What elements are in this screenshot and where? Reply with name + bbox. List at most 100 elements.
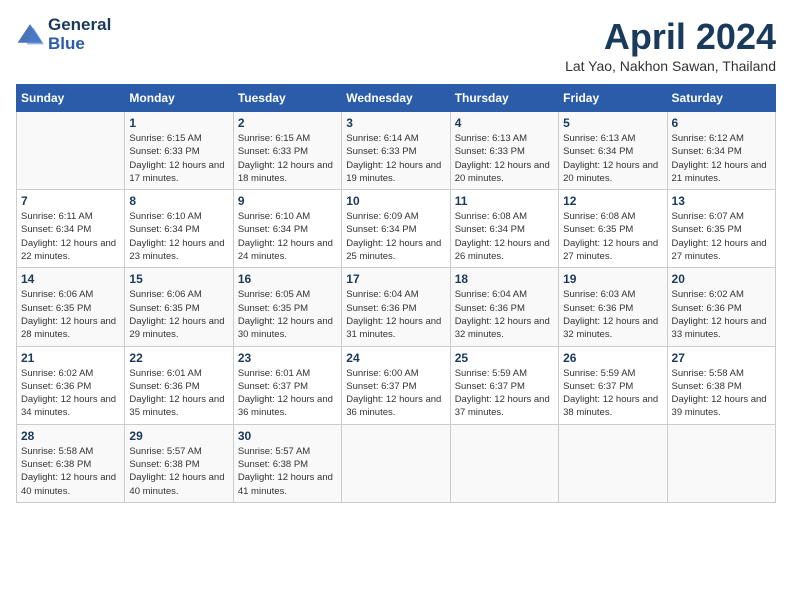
day-info: Sunrise: 6:00 AMSunset: 6:37 PMDaylight:… xyxy=(346,367,445,420)
day-info: Sunrise: 6:09 AMSunset: 6:34 PMDaylight:… xyxy=(346,210,445,263)
day-info: Sunrise: 6:06 AMSunset: 6:35 PMDaylight:… xyxy=(129,288,228,341)
week-row-2: 7 Sunrise: 6:11 AMSunset: 6:34 PMDaylight… xyxy=(17,190,776,268)
day-number: 9 xyxy=(238,194,337,208)
day-number: 16 xyxy=(238,272,337,286)
day-number: 15 xyxy=(129,272,228,286)
day-info: Sunrise: 6:08 AMSunset: 6:34 PMDaylight:… xyxy=(455,210,554,263)
logo-line2: Blue xyxy=(48,35,111,54)
day-number: 24 xyxy=(346,351,445,365)
day-number: 11 xyxy=(455,194,554,208)
day-info: Sunrise: 6:11 AMSunset: 6:34 PMDaylight:… xyxy=(21,210,120,263)
calendar-cell: 14 Sunrise: 6:06 AMSunset: 6:35 PMDayligh… xyxy=(17,268,125,346)
week-row-3: 14 Sunrise: 6:06 AMSunset: 6:35 PMDayligh… xyxy=(17,268,776,346)
calendar-cell: 23 Sunrise: 6:01 AMSunset: 6:37 PMDayligh… xyxy=(233,346,341,424)
calendar-cell: 19 Sunrise: 6:03 AMSunset: 6:36 PMDayligh… xyxy=(559,268,667,346)
location: Lat Yao, Nakhon Sawan, Thailand xyxy=(565,58,776,74)
day-info: Sunrise: 6:13 AMSunset: 6:34 PMDaylight:… xyxy=(563,132,662,185)
day-info: Sunrise: 5:58 AMSunset: 6:38 PMDaylight:… xyxy=(21,445,120,498)
calendar-cell: 4 Sunrise: 6:13 AMSunset: 6:33 PMDaylight… xyxy=(450,112,558,190)
calendar-cell: 11 Sunrise: 6:08 AMSunset: 6:34 PMDayligh… xyxy=(450,190,558,268)
calendar-cell xyxy=(450,424,558,502)
week-row-5: 28 Sunrise: 5:58 AMSunset: 6:38 PMDayligh… xyxy=(17,424,776,502)
day-number: 17 xyxy=(346,272,445,286)
calendar-cell xyxy=(17,112,125,190)
calendar-cell: 18Sunrise: 6:04 AMSunset: 6:36 PMDayligh… xyxy=(450,268,558,346)
header: General Blue April 2024 Lat Yao, Nakhon … xyxy=(16,16,776,74)
day-number: 4 xyxy=(455,116,554,130)
day-number: 22 xyxy=(129,351,228,365)
calendar-cell: 28 Sunrise: 5:58 AMSunset: 6:38 PMDayligh… xyxy=(17,424,125,502)
day-number: 25 xyxy=(455,351,554,365)
calendar-cell: 10Sunrise: 6:09 AMSunset: 6:34 PMDayligh… xyxy=(342,190,450,268)
day-info: Sunrise: 6:06 AMSunset: 6:35 PMDaylight:… xyxy=(21,288,120,341)
day-info: Sunrise: 5:57 AMSunset: 6:38 PMDaylight:… xyxy=(129,445,228,498)
day-header-saturday: Saturday xyxy=(667,85,775,112)
day-info: Sunrise: 6:14 AMSunset: 6:33 PMDaylight:… xyxy=(346,132,445,185)
day-header-sunday: Sunday xyxy=(17,85,125,112)
calendar-cell: 22 Sunrise: 6:01 AMSunset: 6:36 PMDayligh… xyxy=(125,346,233,424)
day-info: Sunrise: 6:12 AMSunset: 6:34 PMDaylight:… xyxy=(672,132,771,185)
month-title: April 2024 xyxy=(565,16,776,58)
calendar-header-row: SundayMondayTuesdayWednesdayThursdayFrid… xyxy=(17,85,776,112)
day-info: Sunrise: 6:04 AMSunset: 6:36 PMDaylight:… xyxy=(346,288,445,341)
calendar-body: 1 Sunrise: 6:15 AMSunset: 6:33 PMDaylight… xyxy=(17,112,776,503)
day-number: 13 xyxy=(672,194,771,208)
day-info: Sunrise: 6:02 AMSunset: 6:36 PMDaylight:… xyxy=(672,288,771,341)
day-info: Sunrise: 6:15 AMSunset: 6:33 PMDaylight:… xyxy=(129,132,228,185)
day-number: 2 xyxy=(238,116,337,130)
calendar-cell xyxy=(342,424,450,502)
day-number: 18 xyxy=(455,272,554,286)
day-number: 7 xyxy=(21,194,120,208)
calendar-cell: 12 Sunrise: 6:08 AMSunset: 6:35 PMDayligh… xyxy=(559,190,667,268)
calendar-table: SundayMondayTuesdayWednesdayThursdayFrid… xyxy=(16,84,776,503)
logo: General Blue xyxy=(16,16,111,53)
day-info: Sunrise: 6:05 AMSunset: 6:35 PMDaylight:… xyxy=(238,288,337,341)
calendar-cell: 9Sunrise: 6:10 AMSunset: 6:34 PMDaylight… xyxy=(233,190,341,268)
calendar-cell xyxy=(667,424,775,502)
day-number: 12 xyxy=(563,194,662,208)
day-number: 5 xyxy=(563,116,662,130)
day-number: 19 xyxy=(563,272,662,286)
day-number: 3 xyxy=(346,116,445,130)
day-number: 14 xyxy=(21,272,120,286)
day-info: Sunrise: 6:08 AMSunset: 6:35 PMDaylight:… xyxy=(563,210,662,263)
day-header-wednesday: Wednesday xyxy=(342,85,450,112)
day-header-friday: Friday xyxy=(559,85,667,112)
calendar-cell: 27 Sunrise: 5:58 AMSunset: 6:38 PMDayligh… xyxy=(667,346,775,424)
calendar-cell: 2 Sunrise: 6:15 AMSunset: 6:33 PMDaylight… xyxy=(233,112,341,190)
day-number: 6 xyxy=(672,116,771,130)
day-number: 21 xyxy=(21,351,120,365)
day-header-tuesday: Tuesday xyxy=(233,85,341,112)
day-header-thursday: Thursday xyxy=(450,85,558,112)
calendar-cell: 17 Sunrise: 6:04 AMSunset: 6:36 PMDayligh… xyxy=(342,268,450,346)
day-info: Sunrise: 5:58 AMSunset: 6:38 PMDaylight:… xyxy=(672,367,771,420)
day-number: 30 xyxy=(238,429,337,443)
day-info: Sunrise: 5:59 AMSunset: 6:37 PMDaylight:… xyxy=(455,367,554,420)
day-info: Sunrise: 6:10 AMSunset: 6:34 PMDaylight:… xyxy=(129,210,228,263)
day-header-monday: Monday xyxy=(125,85,233,112)
calendar-cell: 6 Sunrise: 6:12 AMSunset: 6:34 PMDaylight… xyxy=(667,112,775,190)
day-info: Sunrise: 6:13 AMSunset: 6:33 PMDaylight:… xyxy=(455,132,554,185)
day-info: Sunrise: 6:01 AMSunset: 6:36 PMDaylight:… xyxy=(129,367,228,420)
day-number: 27 xyxy=(672,351,771,365)
week-row-4: 21 Sunrise: 6:02 AMSunset: 6:36 PMDayligh… xyxy=(17,346,776,424)
calendar-cell: 20 Sunrise: 6:02 AMSunset: 6:36 PMDayligh… xyxy=(667,268,775,346)
day-number: 23 xyxy=(238,351,337,365)
day-info: Sunrise: 6:15 AMSunset: 6:33 PMDaylight:… xyxy=(238,132,337,185)
day-info: Sunrise: 6:03 AMSunset: 6:36 PMDaylight:… xyxy=(563,288,662,341)
day-info: Sunrise: 6:01 AMSunset: 6:37 PMDaylight:… xyxy=(238,367,337,420)
day-number: 28 xyxy=(21,429,120,443)
calendar-cell: 30Sunrise: 5:57 AMSunset: 6:38 PMDayligh… xyxy=(233,424,341,502)
title-area: April 2024 Lat Yao, Nakhon Sawan, Thaila… xyxy=(565,16,776,74)
calendar-cell: 7 Sunrise: 6:11 AMSunset: 6:34 PMDaylight… xyxy=(17,190,125,268)
day-number: 20 xyxy=(672,272,771,286)
calendar-cell: 1 Sunrise: 6:15 AMSunset: 6:33 PMDaylight… xyxy=(125,112,233,190)
calendar-cell: 21 Sunrise: 6:02 AMSunset: 6:36 PMDayligh… xyxy=(17,346,125,424)
day-info: Sunrise: 6:02 AMSunset: 6:36 PMDaylight:… xyxy=(21,367,120,420)
day-number: 26 xyxy=(563,351,662,365)
week-row-1: 1 Sunrise: 6:15 AMSunset: 6:33 PMDaylight… xyxy=(17,112,776,190)
day-number: 1 xyxy=(129,116,228,130)
day-info: Sunrise: 5:59 AMSunset: 6:37 PMDaylight:… xyxy=(563,367,662,420)
day-number: 8 xyxy=(129,194,228,208)
calendar-cell: 25 Sunrise: 5:59 AMSunset: 6:37 PMDayligh… xyxy=(450,346,558,424)
